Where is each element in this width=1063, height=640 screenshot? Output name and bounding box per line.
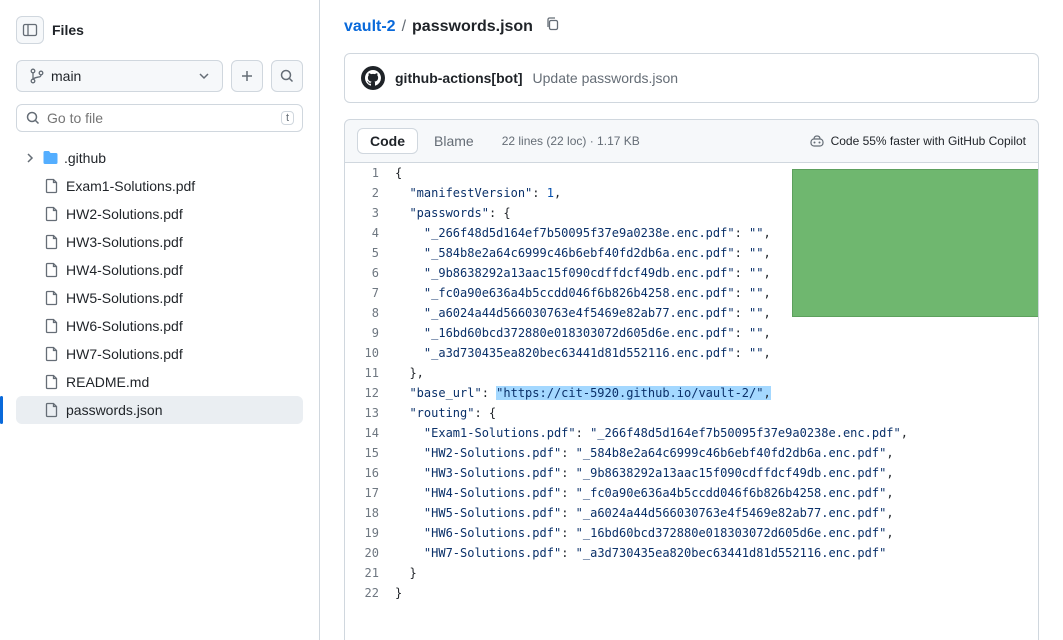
latest-commit[interactable]: github-actions[bot] Update passwords.jso… — [344, 53, 1039, 103]
tree-file[interactable]: HW6-Solutions.pdf — [16, 312, 303, 340]
plus-icon — [239, 68, 255, 84]
breadcrumb-file: passwords.json — [412, 18, 533, 36]
code-line: 9 "_16bd60bcd372880e018303072d605d6e.enc… — [345, 323, 1038, 343]
chevron-right-icon — [24, 152, 36, 164]
code-line: 19 "HW6-Solutions.pdf": "_16bd60bcd37288… — [345, 523, 1038, 543]
search-icon — [25, 110, 41, 126]
file-tree: .githubExam1-Solutions.pdfHW2-Solutions.… — [16, 144, 303, 424]
breadcrumb: vault-2 / passwords.json — [320, 0, 1063, 45]
avatar — [361, 66, 385, 90]
copy-icon — [545, 16, 561, 32]
sidebar-title: Files — [52, 22, 303, 38]
tree-folder[interactable]: .github — [16, 144, 303, 172]
file-icon — [44, 318, 60, 334]
code-line: 17 "HW4-Solutions.pdf": "_fc0a90e636a4b5… — [345, 483, 1038, 503]
file-search-input-wrap[interactable]: t — [16, 104, 303, 132]
code-line: 16 "HW3-Solutions.pdf": "_9b8638292a13aa… — [345, 463, 1038, 483]
code-line: 15 "HW2-Solutions.pdf": "_584b8e2a64c699… — [345, 443, 1038, 463]
commit-author: github-actions[bot] — [395, 70, 523, 86]
breadcrumb-repo-link[interactable]: vault-2 — [344, 18, 396, 36]
code-line: 11 }, — [345, 363, 1038, 383]
tab-code[interactable]: Code — [357, 128, 418, 154]
code-line: 21 } — [345, 563, 1038, 583]
copy-path-button[interactable] — [545, 16, 561, 37]
tree-file[interactable]: HW7-Solutions.pdf — [16, 340, 303, 368]
code-line: 22} — [345, 583, 1038, 603]
copilot-promo[interactable]: Code 55% faster with GitHub Copilot — [809, 133, 1026, 149]
code-line: 20 "HW7-Solutions.pdf": "_a3d730435ea820… — [345, 543, 1038, 563]
breadcrumb-separator: / — [402, 18, 406, 36]
folder-icon — [42, 150, 58, 166]
file-icon — [44, 346, 60, 362]
file-search-input[interactable] — [47, 110, 281, 126]
file-icon — [44, 234, 60, 250]
tree-file[interactable]: HW2-Solutions.pdf — [16, 200, 303, 228]
code-line: 14 "Exam1-Solutions.pdf": "_266f48d5d164… — [345, 423, 1038, 443]
tree-file[interactable]: Exam1-Solutions.pdf — [16, 172, 303, 200]
code-line: 12 "base_url": "https://cit-5920.github.… — [345, 383, 1038, 403]
file-icon — [44, 290, 60, 306]
tree-file[interactable]: HW5-Solutions.pdf — [16, 284, 303, 312]
branch-name: main — [51, 68, 81, 84]
tab-blame[interactable]: Blame — [422, 129, 486, 153]
file-meta: 22 lines (22 loc) · 1.17 KB — [502, 134, 640, 148]
copilot-text: Code 55% faster with GitHub Copilot — [831, 134, 1026, 148]
search-kbd: t — [281, 111, 294, 125]
branch-selector[interactable]: main — [16, 60, 223, 92]
file-toolbar: Code Blame 22 lines (22 loc) · 1.17 KB C… — [344, 119, 1039, 163]
redaction-overlay — [792, 169, 1039, 317]
tree-file[interactable]: passwords.json — [16, 396, 303, 424]
tree-file[interactable]: HW4-Solutions.pdf — [16, 256, 303, 284]
sidebar-icon — [22, 22, 38, 38]
code-line: 18 "HW5-Solutions.pdf": "_a6024a44d56603… — [345, 503, 1038, 523]
code-line: 10 "_a3d730435ea820bec63441d81d552116.en… — [345, 343, 1038, 363]
file-icon — [44, 374, 60, 390]
code-line: 13 "routing": { — [345, 403, 1038, 423]
add-file-button[interactable] — [231, 60, 263, 92]
github-icon — [365, 70, 381, 86]
copilot-icon — [809, 133, 825, 149]
file-icon — [44, 262, 60, 278]
tree-file[interactable]: README.md — [16, 368, 303, 396]
collapse-sidebar-button[interactable] — [16, 16, 44, 44]
file-icon — [44, 178, 60, 194]
commit-message: Update passwords.json — [533, 70, 679, 86]
tree-file[interactable]: HW3-Solutions.pdf — [16, 228, 303, 256]
search-button[interactable] — [271, 60, 303, 92]
code-view[interactable]: 1{2 "manifestVersion": 1,3 "passwords": … — [344, 163, 1039, 640]
chevron-down-icon — [198, 70, 210, 82]
branch-icon — [29, 68, 45, 84]
file-icon — [44, 402, 60, 418]
file-icon — [44, 206, 60, 222]
search-icon — [279, 68, 295, 84]
